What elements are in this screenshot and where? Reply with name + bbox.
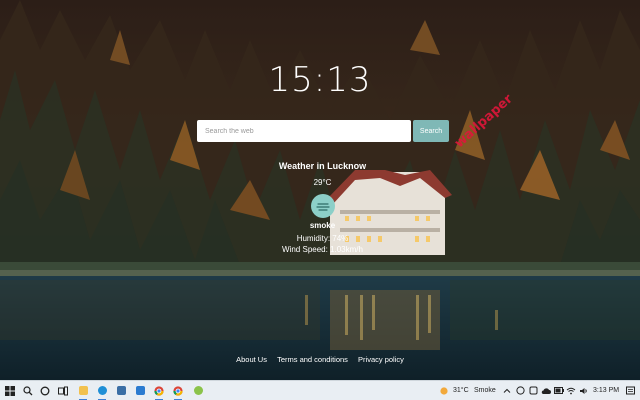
- smoke-weather-icon: [310, 194, 335, 218]
- weather-sun-icon[interactable]: [438, 381, 450, 400]
- windows-start-icon[interactable]: [3, 381, 17, 400]
- taskbar-clock[interactable]: 3:13 PM: [593, 381, 619, 400]
- weather-wind-speed: Wind Speed: 1.03km/h: [282, 245, 363, 254]
- weather-widget: Weather in Lucknow 29°C smoke Humidity: …: [250, 160, 395, 254]
- footer-link-privacy[interactable]: Privacy policy: [358, 355, 404, 364]
- calculator-icon[interactable]: [114, 381, 128, 400]
- footer-link-about[interactable]: About Us: [236, 355, 267, 364]
- meet-now-icon[interactable]: [514, 381, 526, 400]
- wifi-icon[interactable]: [565, 381, 577, 400]
- chevron-up-icon[interactable]: [501, 381, 513, 400]
- search-input[interactable]: [197, 120, 411, 142]
- taskbar-weather-temp[interactable]: 31°C: [453, 381, 469, 400]
- speaker-icon[interactable]: [577, 381, 589, 400]
- chrome-profile-icon[interactable]: [171, 381, 185, 400]
- battery-icon[interactable]: [553, 381, 565, 400]
- extension-app-icon[interactable]: [191, 381, 205, 400]
- weather-title: Weather in Lucknow: [278, 161, 367, 171]
- clock-time: 15:13: [268, 60, 372, 100]
- footer-links: About Us Terms and conditions Privacy po…: [0, 355, 640, 364]
- file-explorer-icon[interactable]: [76, 381, 90, 400]
- search-button[interactable]: Search: [413, 120, 449, 142]
- weather-description: smoke: [309, 221, 336, 230]
- taskbar-weather-desc[interactable]: Smoke: [474, 381, 496, 400]
- onedrive-icon[interactable]: [540, 381, 552, 400]
- chrome-icon[interactable]: [152, 381, 166, 400]
- search-icon[interactable]: [21, 381, 35, 400]
- task-view-icon[interactable]: [56, 381, 70, 400]
- notifications-icon[interactable]: [624, 381, 636, 400]
- edge-icon[interactable]: [95, 381, 109, 400]
- cortana-icon[interactable]: [38, 381, 52, 400]
- antivirus-icon[interactable]: [527, 381, 539, 400]
- weather-humidity: Humidity: 74%: [296, 234, 349, 243]
- weather-temperature: 29°C: [313, 178, 332, 187]
- windows-taskbar: 31°C Smoke 3:13 PM: [0, 380, 640, 400]
- footer-link-terms[interactable]: Terms and conditions: [277, 355, 348, 364]
- mail-icon[interactable]: [133, 381, 147, 400]
